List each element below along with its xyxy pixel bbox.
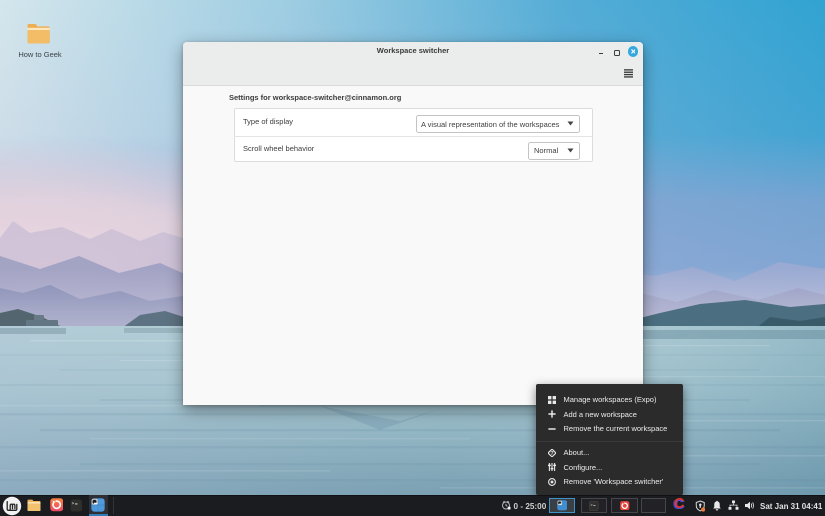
svg-text:?: ? — [550, 451, 554, 457]
svg-text:>: > — [591, 503, 593, 508]
